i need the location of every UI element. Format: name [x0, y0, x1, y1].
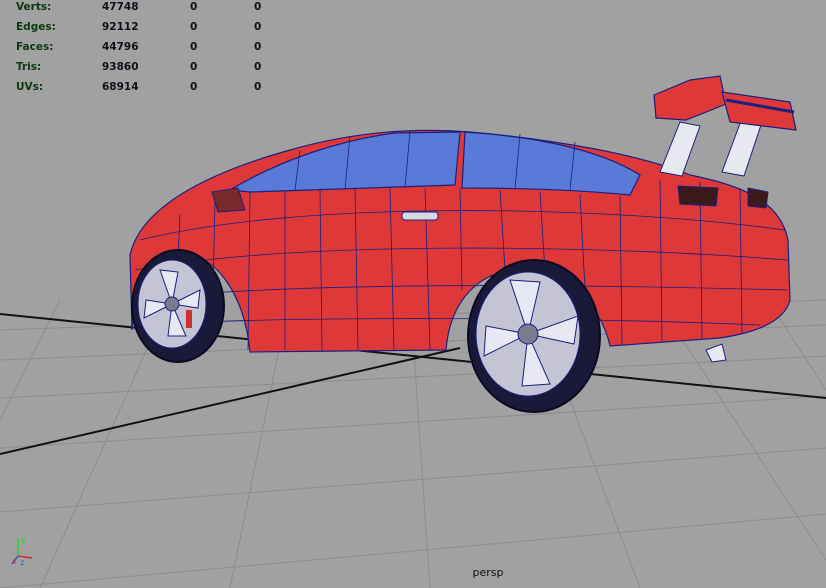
hud-label: UVs: — [16, 81, 44, 93]
hud-value: 0 — [190, 21, 198, 33]
axis-label-y: y — [21, 535, 26, 544]
hud-value: 44796 — [102, 41, 139, 53]
car-model[interactable] — [129, 75, 797, 353]
hud-label: Verts: — [16, 1, 52, 13]
tail-light-right — [747, 187, 769, 209]
tail-light-left — [677, 185, 719, 207]
axis-label-x: x — [12, 557, 17, 566]
hud-value: 92112 — [102, 21, 139, 33]
exhaust-pipe — [705, 343, 727, 363]
spoiler-strut-left — [659, 121, 701, 177]
hud-row-verts: Verts: 47748 0 0 — [16, 0, 276, 20]
hud-label: Tris: — [16, 61, 42, 73]
hud-row-edges: Edges: 92112 0 0 — [16, 20, 276, 40]
hud-value: 93860 — [102, 61, 139, 73]
hud-value: 0 — [190, 41, 198, 53]
camera-name-label: persp — [472, 566, 504, 579]
viewport-persp[interactable]: Verts: 47748 0 0 Edges: 92112 0 0 Faces:… — [0, 0, 826, 588]
door-handle — [401, 211, 439, 221]
hud-value: 0 — [254, 21, 262, 33]
rear-wheel[interactable] — [467, 259, 601, 413]
hud-label: Edges: — [16, 21, 56, 33]
hud-value: 0 — [254, 81, 262, 93]
hud-value: 0 — [190, 1, 198, 13]
hud-value: 0 — [254, 41, 262, 53]
hud-row-faces: Faces: 44796 0 0 — [16, 40, 276, 60]
spoiler-strut-right — [721, 117, 763, 177]
hud-value: 0 — [254, 61, 262, 73]
hud-value: 68914 — [102, 81, 139, 93]
hud-row-tris: Tris: 93860 0 0 — [16, 60, 276, 80]
hud-label: Faces: — [16, 41, 54, 53]
hud-value: 0 — [190, 61, 198, 73]
hud-row-uvs: UVs: 68914 0 0 — [16, 80, 276, 100]
hud-value: 0 — [254, 1, 262, 13]
poly-count-hud: Verts: 47748 0 0 Edges: 92112 0 0 Faces:… — [16, 0, 276, 100]
spoiler-wing — [653, 75, 727, 121]
hud-value: 47748 — [102, 1, 139, 13]
front-wheel[interactable] — [131, 249, 225, 363]
hud-value: 0 — [190, 81, 198, 93]
